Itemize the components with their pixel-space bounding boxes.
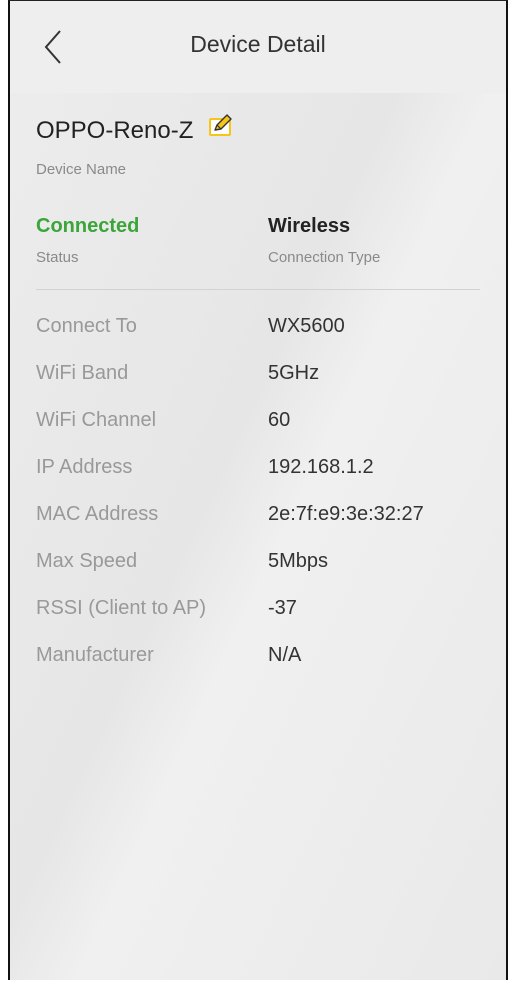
detail-row-wifi-band: WiFi Band 5GHz xyxy=(36,362,480,409)
detail-row-connect-to: Connect To WX5600 xyxy=(36,315,480,362)
device-name-caption: Device Name xyxy=(36,161,127,178)
detail-row-manufacturer: Manufacturer N/A xyxy=(36,644,480,691)
divider xyxy=(36,289,480,290)
detail-label: RSSI (Client to AP) xyxy=(36,597,207,619)
device-name: OPPO-Reno-Z xyxy=(36,117,194,144)
detail-label: IP Address xyxy=(36,456,133,478)
device-detail-screen: Device Detail OPPO-Reno-Z Device Name Co… xyxy=(8,0,508,980)
detail-row-wifi-channel: WiFi Channel 60 xyxy=(36,409,480,456)
detail-row-mac-address: MAC Address 2e:7f:e9:3e:32:27 xyxy=(36,503,480,550)
detail-list: Connect To WX5600 WiFi Band 5GHz WiFi Ch… xyxy=(36,315,480,691)
detail-value: 2e:7f:e9:3e:32:27 xyxy=(268,503,424,525)
detail-value: 192.168.1.2 xyxy=(268,456,374,478)
edit-icon xyxy=(209,114,233,136)
detail-row-max-speed: Max Speed 5Mbps xyxy=(36,550,480,597)
header-bar: Device Detail xyxy=(10,1,506,93)
detail-value: WX5600 xyxy=(268,315,345,337)
detail-value: 5Mbps xyxy=(268,550,329,572)
detail-label: WiFi Channel xyxy=(36,409,157,431)
status-caption: Status xyxy=(36,249,79,266)
detail-label: Max Speed xyxy=(36,550,138,572)
connection-type-caption: Connection Type xyxy=(268,249,381,266)
detail-label: MAC Address xyxy=(36,503,159,525)
detail-label: WiFi Band xyxy=(36,362,129,384)
detail-label: Connect To xyxy=(36,315,137,337)
detail-value: 5GHz xyxy=(268,362,320,384)
detail-row-rssi: RSSI (Client to AP) -37 xyxy=(36,597,480,644)
detail-row-ip-address: IP Address 192.168.1.2 xyxy=(36,456,480,503)
detail-label: Manufacturer xyxy=(36,644,154,666)
edit-name-button[interactable] xyxy=(207,112,235,138)
page-title: Device Detail xyxy=(190,31,326,57)
connection-type-value: Wireless xyxy=(268,215,351,237)
detail-value: 60 xyxy=(268,409,291,431)
detail-value: -37 xyxy=(268,597,297,619)
detail-value: N/A xyxy=(268,644,302,666)
device-name-row: OPPO-Reno-Z xyxy=(36,114,235,145)
status-value: Connected xyxy=(36,215,140,237)
